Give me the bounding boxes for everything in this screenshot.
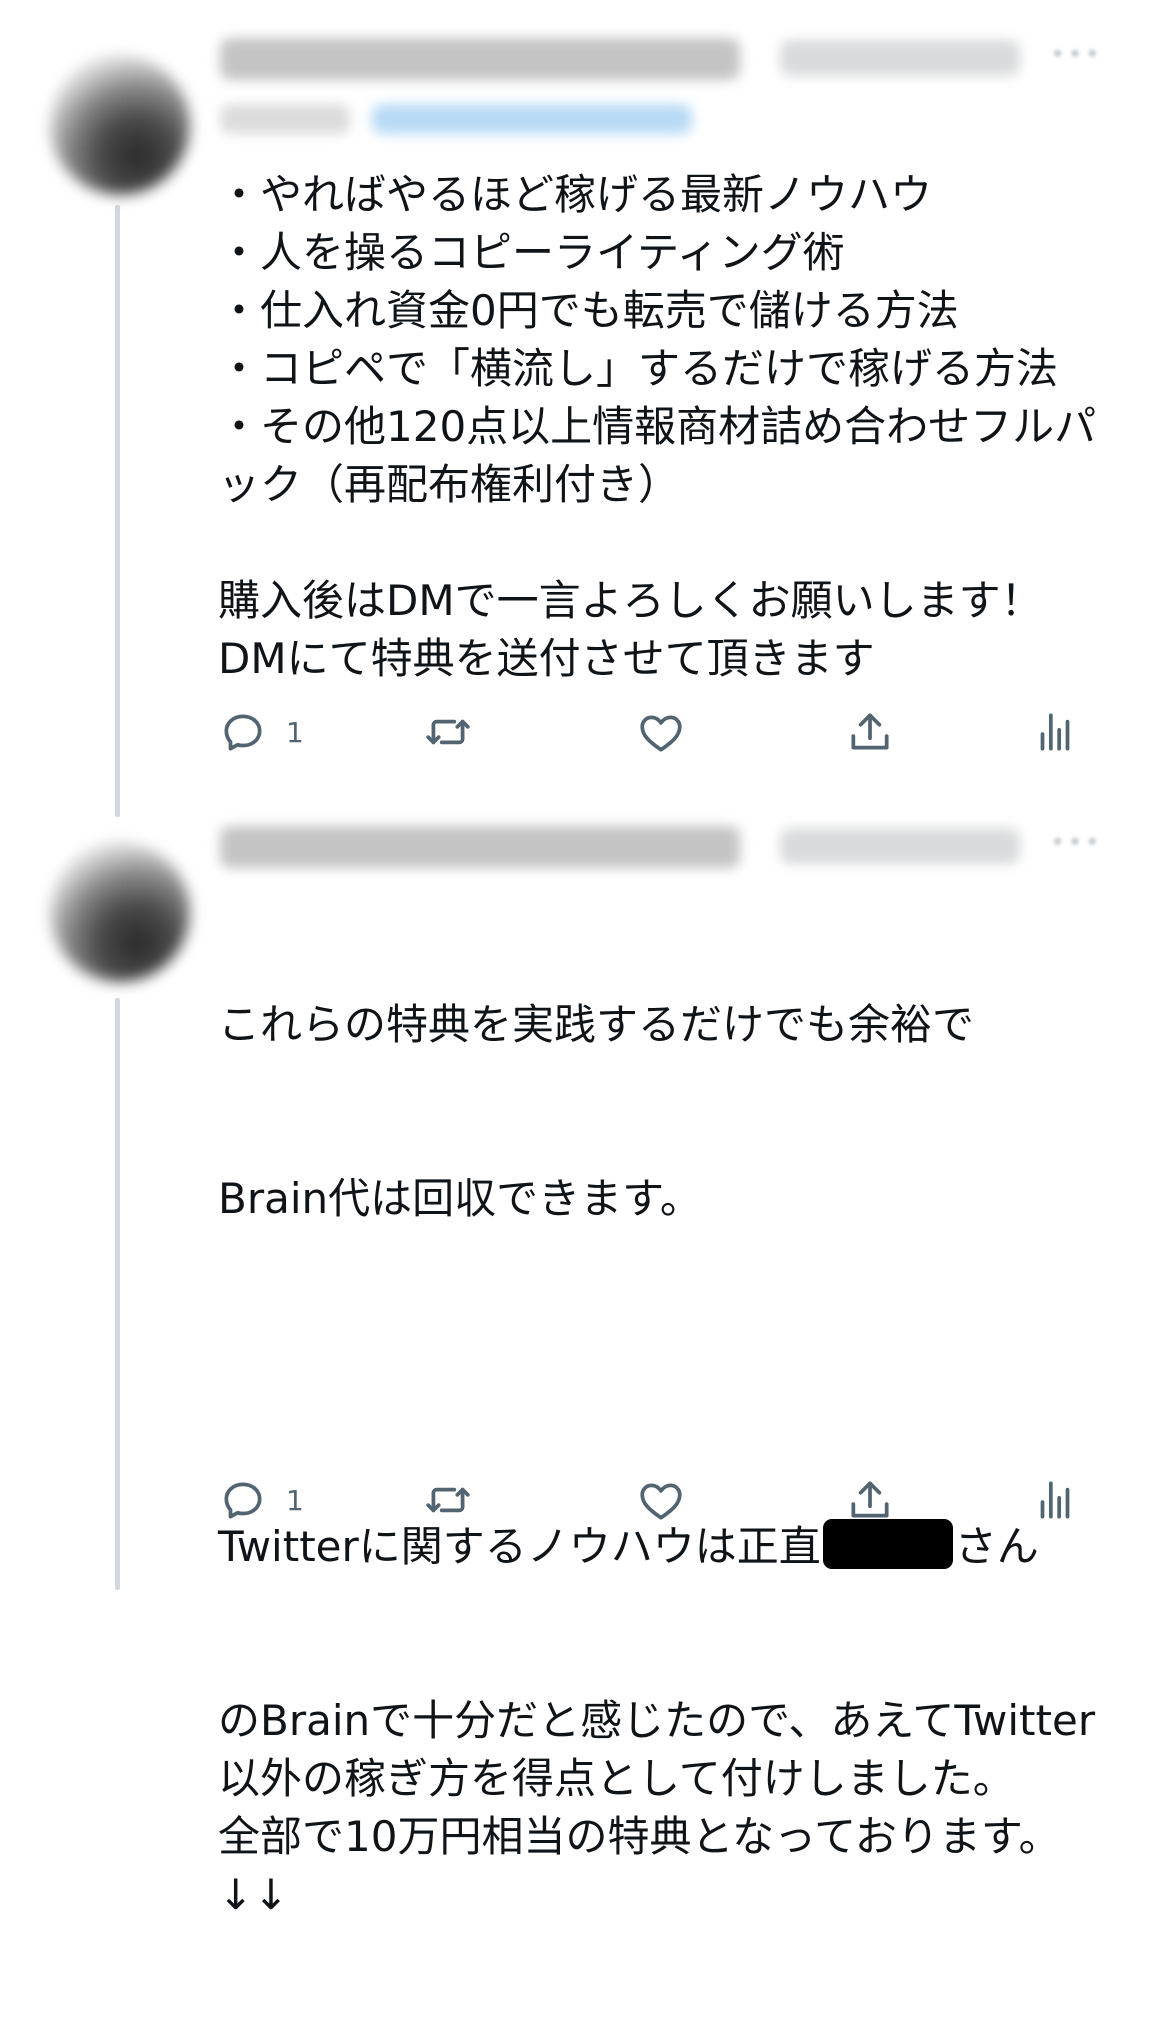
reply-count: 1 (286, 715, 304, 749)
tweet-actions: 1 (218, 1472, 1098, 1528)
like-button[interactable] (636, 1472, 686, 1528)
analytics-button[interactable] (1030, 1472, 1080, 1528)
reply-count: 1 (286, 1483, 304, 1517)
share-button[interactable] (845, 704, 895, 760)
more-options-icon[interactable]: ••• (1050, 40, 1102, 70)
reply-button[interactable]: 1 (218, 1472, 304, 1528)
heart-outline-icon (640, 1483, 682, 1520)
retweet-arrows-icon (426, 719, 470, 745)
analytics-button[interactable] (1030, 704, 1080, 760)
mention-link-blurred[interactable] (372, 104, 692, 134)
speech-bubble-icon (224, 1482, 262, 1519)
avatar[interactable] (50, 55, 190, 195)
timestamp-blurred (780, 828, 1020, 864)
bar-chart-icon (1040, 713, 1070, 751)
more-options-icon[interactable]: ••• (1050, 828, 1102, 858)
reply-button[interactable]: 1 (218, 704, 304, 760)
share-upload-icon (851, 713, 889, 750)
share-upload-icon (851, 1481, 889, 1518)
thread-line (115, 998, 120, 1590)
thread-line (115, 205, 120, 817)
heart-outline-icon (640, 715, 682, 752)
tweet-body: これらの特典を実践するだけでも余裕で Brain代は回収できます。 Twitte… (218, 880, 1118, 2040)
bar-chart-icon (1040, 1481, 1070, 1519)
avatar[interactable] (50, 842, 190, 982)
retweet-arrows-icon (426, 1487, 470, 1513)
author-name-blurred (220, 826, 740, 868)
reply-to-label-blurred (220, 104, 350, 134)
tweet-actions: 1 (218, 704, 1098, 760)
tweet-line-rest: のBrainで十分だと感じたので、あえてTwitter以外の稼ぎ方を得点として付… (218, 1696, 1096, 1919)
retweet-button[interactable] (423, 704, 473, 760)
author-name-blurred (220, 38, 740, 80)
share-button[interactable] (845, 1472, 895, 1528)
tweet-line: Brain代は回収できます。 (218, 1174, 702, 1223)
like-button[interactable] (636, 704, 686, 760)
speech-bubble-icon (224, 714, 262, 751)
tweet-line: これらの特典を実践するだけでも余裕で (218, 1000, 975, 1049)
retweet-button[interactable] (423, 1472, 473, 1528)
tweet-body: ・やればやるほど稼げる最新ノウハウ ・人を操るコピーライティング術 ・仕入れ資金… (218, 170, 1097, 683)
timestamp-blurred (780, 40, 1020, 76)
